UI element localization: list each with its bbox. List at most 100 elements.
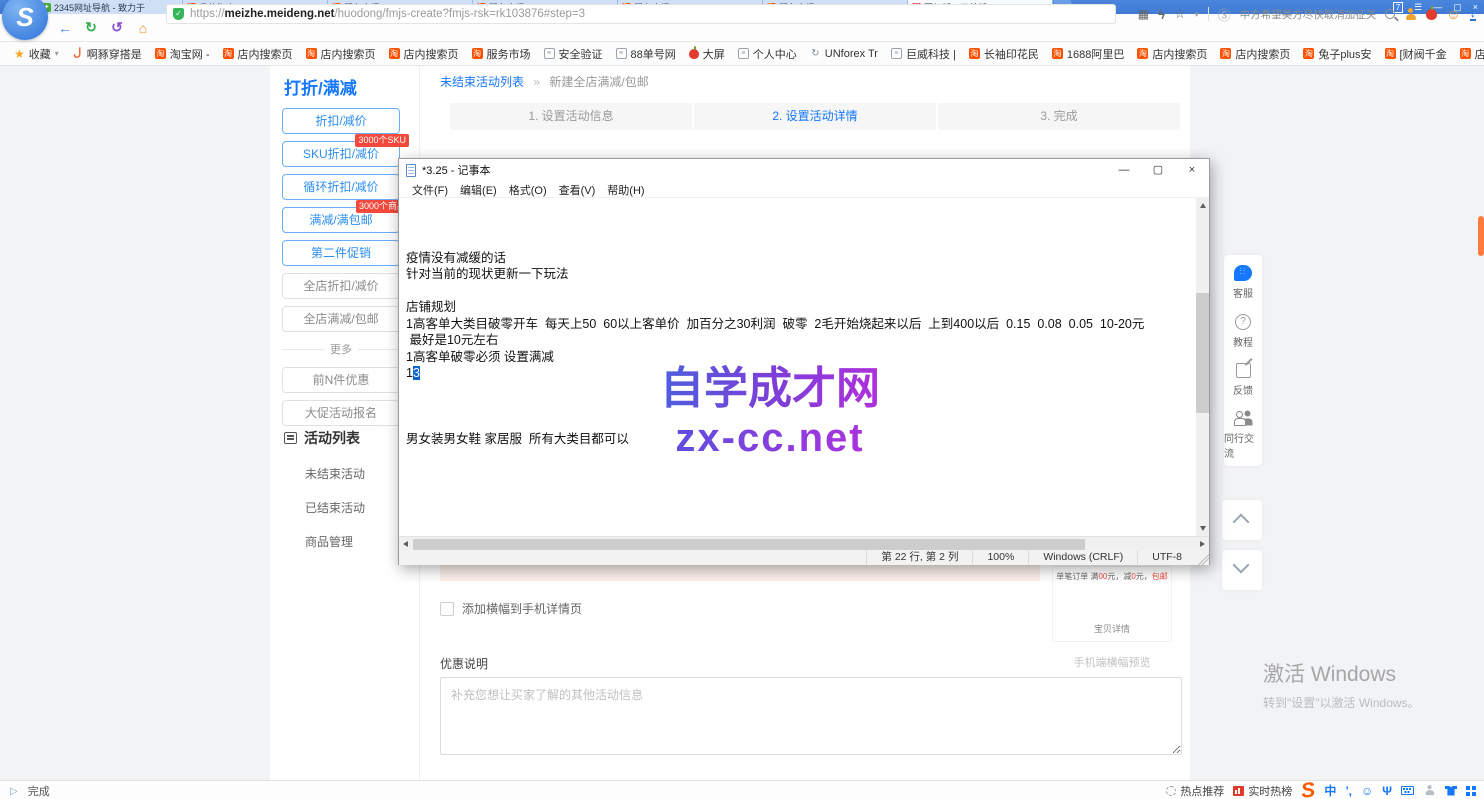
undo-icon[interactable]: ↺ xyxy=(104,19,130,36)
favorite-star-icon[interactable]: ☆ xyxy=(1174,6,1186,22)
notepad-window-controls: — ▢ × xyxy=(1107,159,1209,181)
coupon-description-label: 优惠说明 xyxy=(440,655,488,672)
coupon-description-input[interactable] xyxy=(440,677,1182,755)
page-scrollbar-indicator[interactable] xyxy=(1478,216,1484,256)
ime-language-toggle[interactable]: 中 xyxy=(1324,782,1336,799)
activate-line2: 转到"设置"以激活 Windows。 xyxy=(1263,694,1420,711)
apple-icon[interactable] xyxy=(1426,9,1437,20)
refresh-icon[interactable]: ↻ xyxy=(78,19,104,36)
address-bar[interactable]: ✓ https://meizhe.meideng.net/huodong/fmj… xyxy=(166,4,1116,24)
notepad-minimize-button[interactable]: — xyxy=(1107,159,1141,181)
bookmark[interactable]: 淘店内搜索页 xyxy=(223,46,293,62)
notepad-close-button[interactable]: × xyxy=(1175,159,1209,181)
feedback-button[interactable]: 反馈 xyxy=(1233,363,1253,397)
bookmarks-bar: ★收藏▾ ل啊豩穿搭是 淘淘宝网 - 淘店内搜索页 淘店内搜索页 淘店内搜索页 … xyxy=(0,42,1484,66)
smiley-icon[interactable]: ☺ xyxy=(1446,6,1460,22)
bookmark[interactable]: 淘店内搜索页 xyxy=(1137,46,1207,62)
bookmark[interactable]: 淘店内搜索页 xyxy=(1460,46,1484,62)
menu-format[interactable]: 格式(O) xyxy=(503,181,553,197)
add-banner-checkbox[interactable] xyxy=(440,602,454,616)
store-discount-button[interactable]: 全店折扣/减价 xyxy=(282,273,400,299)
url-text[interactable]: https://meizhe.meideng.net/huodong/fmjs-… xyxy=(190,8,585,20)
menu-view[interactable]: 查看(V) xyxy=(553,181,602,197)
qr-code-icon[interactable]: ▦ xyxy=(1138,7,1149,21)
step-1: 1. 设置活动信息 xyxy=(450,103,692,130)
scroll-down-button[interactable] xyxy=(1222,550,1262,590)
section-title: 活动列表 xyxy=(304,428,360,448)
full-reduction-button[interactable]: 满减/满包邮3000个商品 xyxy=(282,207,400,233)
big-promo-signup-button[interactable]: 大促活动报名 xyxy=(282,400,400,426)
bookmark[interactable]: 淘兔子plus安 xyxy=(1303,46,1371,62)
ime-toolbox-icon[interactable] xyxy=(1466,786,1470,790)
bookmark[interactable]: ≡巨威科技 | xyxy=(891,46,956,62)
ime-punctuation-toggle[interactable]: ’, xyxy=(1345,784,1352,798)
notepad-horizontal-scrollbar[interactable] xyxy=(399,536,1209,550)
bookmark[interactable]: ≡88单号网 xyxy=(616,46,676,62)
scroll-up-button[interactable] xyxy=(1222,500,1262,540)
bookmark[interactable]: ≡个人中心 xyxy=(738,46,797,62)
lightning-icon[interactable]: ϟ xyxy=(1158,7,1165,22)
hot-recommend-button[interactable]: 热点推荐 xyxy=(1166,783,1224,799)
sogou-ime-logo[interactable]: S xyxy=(1300,780,1316,799)
news-ticker[interactable]: 中方希望美方尽快取消加征关 xyxy=(1240,7,1377,22)
store-full-reduction-button[interactable]: 全店满减/包邮 xyxy=(282,306,400,332)
ime-emoji-icon[interactable]: ☺ xyxy=(1361,784,1373,798)
tutorial-button[interactable]: ?教程 xyxy=(1233,314,1253,349)
scroll-left-arrow-icon[interactable] xyxy=(403,541,408,547)
home-icon[interactable]: ⌂ xyxy=(130,20,156,36)
horizontal-scroll-thumb[interactable] xyxy=(413,539,1085,550)
first-n-items-button[interactable]: 前N件优惠 xyxy=(282,367,400,393)
second-item-promo-button[interactable]: 第二件促销 xyxy=(282,240,400,266)
trend-label: 实时热榜 xyxy=(1248,783,1292,799)
menu-file[interactable]: 文件(F) xyxy=(406,181,454,197)
download-icon[interactable]: ↓ xyxy=(1470,7,1477,21)
ime-keyboard-icon[interactable] xyxy=(1401,786,1414,795)
peer-exchange-button[interactable]: 同行交流 xyxy=(1224,411,1262,460)
bookmark[interactable]: 淘店内搜索页 xyxy=(1220,46,1290,62)
bookmark[interactable]: ≡安全验证 xyxy=(544,46,603,62)
bookmark[interactable]: 淘长袖印花民 xyxy=(969,46,1039,62)
customer-service-button[interactable]: ⵗⵗ客服 xyxy=(1233,265,1253,300)
resize-grip[interactable] xyxy=(1196,550,1209,565)
menu-edit[interactable]: 编辑(E) xyxy=(454,181,503,197)
text-line-with-selection: 13 xyxy=(406,365,1196,382)
sku-discount-button[interactable]: SKU折扣/减价3000个SKU xyxy=(282,141,400,167)
button-label: 循环折扣/减价 xyxy=(303,180,378,194)
ime-skin-icon[interactable] xyxy=(1445,786,1457,796)
sogou-news-icon: Ⓢ xyxy=(1218,5,1231,24)
breadcrumb-link[interactable]: 未结束活动列表 xyxy=(440,75,524,89)
scroll-down-arrow-icon[interactable] xyxy=(1200,526,1206,531)
discount-button[interactable]: 折扣/减价 xyxy=(282,108,400,134)
notepad-text-area[interactable]: 疫情没有减缓的话 针对当前的现状更新一下玩法 店铺规划 1高客单大类目破零开车 … xyxy=(399,198,1196,536)
bookmark[interactable]: 淘店内搜索页 xyxy=(389,46,459,62)
ime-mic-icon[interactable]: Ψ xyxy=(1382,784,1392,798)
bookmark[interactable]: 淘淘宝网 - xyxy=(155,46,210,62)
scroll-right-arrow-icon[interactable] xyxy=(1200,541,1205,547)
notepad-maximize-button[interactable]: ▢ xyxy=(1141,159,1175,181)
notepad-titlebar[interactable]: *3.25 - 记事本 — ▢ × xyxy=(399,159,1209,181)
bookmark[interactable]: 淘店内搜索页 xyxy=(306,46,376,62)
more-link[interactable]: 更多 xyxy=(282,339,400,359)
bookmark[interactable]: ↻UNforex Tr xyxy=(810,48,878,60)
user-account-icon[interactable] xyxy=(1404,8,1417,21)
back-icon[interactable]: ← xyxy=(52,20,78,36)
bookmark[interactable]: 大屏 xyxy=(689,46,725,62)
notepad-body[interactable]: 疫情没有减缓的话 针对当前的现状更新一下玩法 店铺规划 1高客单大类目破零开车 … xyxy=(399,198,1209,536)
scroll-up-arrow-icon[interactable] xyxy=(1200,203,1206,208)
bookmark[interactable]: ل啊豩穿搭是 xyxy=(72,46,142,62)
bookmark-label: 兔子plus安 xyxy=(1318,46,1371,62)
tab-2345[interactable]: ✦2345网址导航 - 致力于× xyxy=(38,0,183,14)
bookmarks-root[interactable]: ★收藏▾ xyxy=(14,46,59,62)
bookmark[interactable]: 淘服务市场 xyxy=(472,46,531,62)
text-line xyxy=(406,217,1196,234)
bookmark[interactable]: 淘[财阀千金 xyxy=(1385,46,1447,62)
trending-button[interactable]: 实时热榜 xyxy=(1233,783,1292,799)
ime-account-icon[interactable] xyxy=(1424,785,1435,796)
notepad-vertical-scrollbar[interactable] xyxy=(1196,198,1209,536)
chevron-down-icon[interactable]: ▾ xyxy=(1195,10,1199,19)
bookmark[interactable]: 淘1688阿里巴 xyxy=(1052,46,1124,62)
menu-help[interactable]: 帮助(H) xyxy=(601,181,650,197)
cycle-discount-button[interactable]: 循环折扣/减价 xyxy=(282,174,400,200)
vertical-scroll-thumb[interactable] xyxy=(1196,293,1209,413)
search-icon[interactable] xyxy=(1385,9,1395,19)
